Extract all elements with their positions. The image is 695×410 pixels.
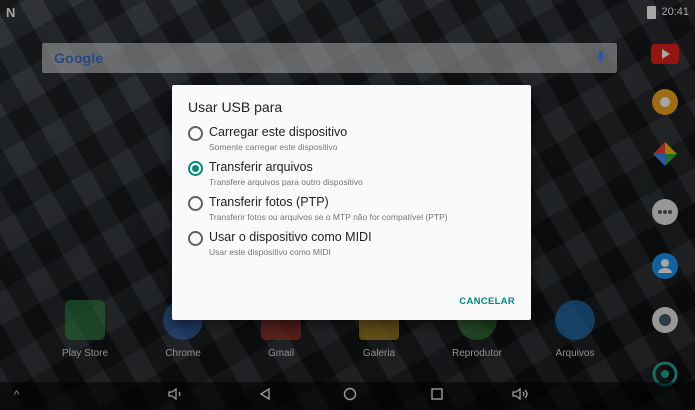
- option-transferir-arquivos[interactable]: Transferir arquivos Transfere arquivos p…: [188, 160, 515, 187]
- option-label: Carregar este dispositivo: [209, 125, 348, 139]
- usb-mode-dialog: Usar USB para Carregar este dispositivo …: [172, 85, 531, 320]
- option-description: Somente carregar este dispositivo: [209, 142, 338, 152]
- cancel-button[interactable]: CANCELAR: [459, 296, 515, 307]
- option-description: Transferir fotos ou arquivos se o MTP nã…: [209, 212, 448, 222]
- radio-button[interactable]: [188, 196, 203, 211]
- option-label: Transferir fotos (PTP): [209, 195, 329, 209]
- option-description: Transfere arquivos para outro dispositiv…: [209, 177, 363, 187]
- option-transferir-fotos[interactable]: Transferir fotos (PTP) Transferir fotos …: [188, 195, 515, 222]
- radio-button[interactable]: [188, 126, 203, 141]
- dialog-title: Usar USB para: [188, 99, 283, 115]
- option-description: Usar este dispositivo como MIDI: [209, 247, 331, 257]
- option-carregar[interactable]: Carregar este dispositivo Somente carreg…: [188, 125, 515, 152]
- option-label: Transferir arquivos: [209, 160, 313, 174]
- option-label: Usar o dispositivo como MIDI: [209, 230, 372, 244]
- radio-button[interactable]: [188, 231, 203, 246]
- option-midi[interactable]: Usar o dispositivo como MIDI Usar este d…: [188, 230, 515, 257]
- radio-button-selected[interactable]: [188, 161, 203, 176]
